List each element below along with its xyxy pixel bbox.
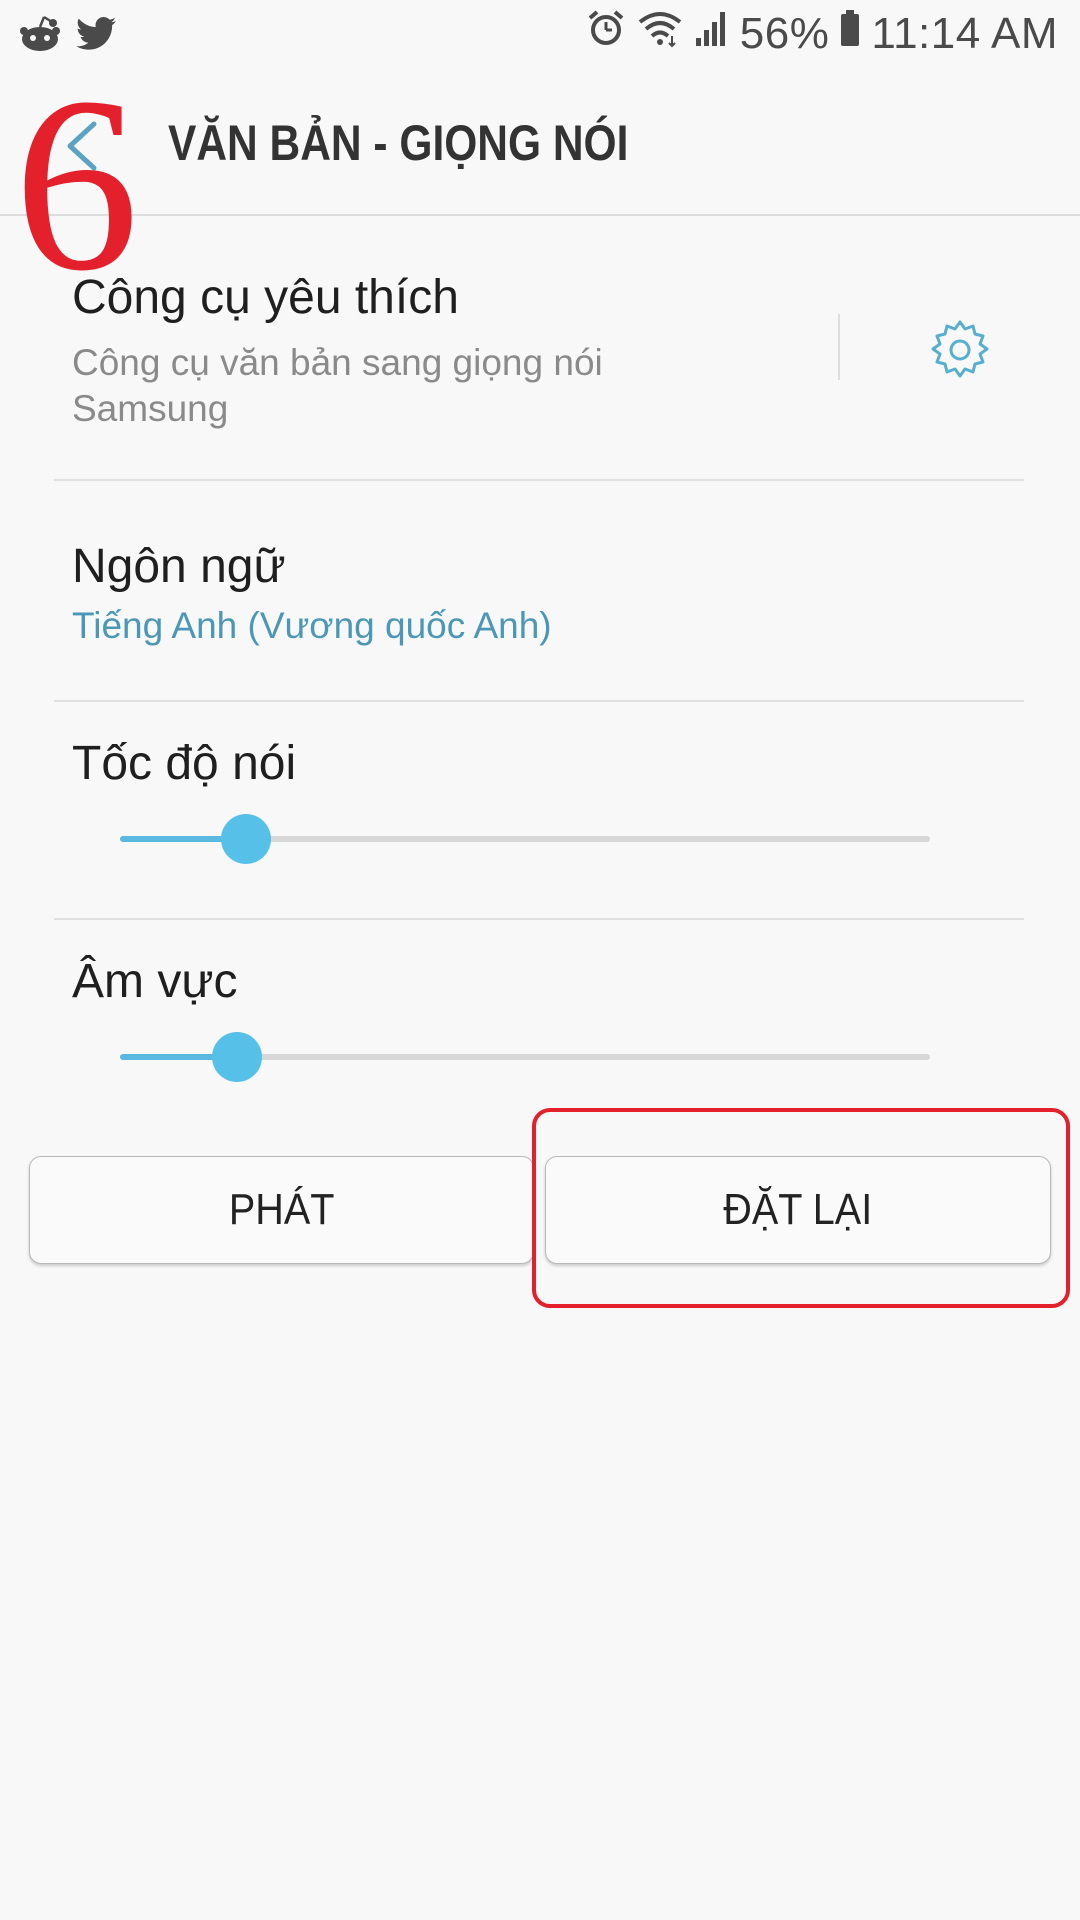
preferred-engine-title: Công cụ yêu thích xyxy=(72,271,459,324)
battery-percent: 56% xyxy=(739,8,830,58)
speech-rate-slider[interactable] xyxy=(120,814,930,864)
speech-rate-row: Tốc độ nói xyxy=(0,702,1080,918)
app-bar: VĂN BẢN - GIỌNG NÓI xyxy=(0,76,1080,216)
language-value: Tiếng Anh (Vương quốc Anh) xyxy=(72,605,552,646)
engine-settings-button[interactable] xyxy=(928,318,992,382)
wifi-icon xyxy=(636,8,684,59)
highlight-annotation xyxy=(532,1108,1070,1308)
preferred-engine-row[interactable]: Công cụ yêu thích Công cụ văn bản sang g… xyxy=(0,214,1080,480)
pitch-row: Âm vực xyxy=(0,920,1080,1120)
signal-icon xyxy=(694,8,730,59)
clock: 11:14 AM xyxy=(871,8,1058,58)
slider-thumb[interactable] xyxy=(212,1032,262,1082)
pitch-title: Âm vực xyxy=(72,955,238,1008)
pitch-slider[interactable] xyxy=(120,1032,930,1082)
slider-thumb[interactable] xyxy=(221,814,271,864)
status-bar: 56% 11:14 AM xyxy=(0,0,1080,76)
gear-icon xyxy=(928,320,992,386)
page-title: VĂN BẢN - GIỌNG NÓI xyxy=(168,115,629,171)
speech-rate-title: Tốc độ nói xyxy=(72,737,297,790)
alarm-icon xyxy=(586,8,626,59)
preferred-engine-subtitle: Công cụ văn bản sang giọng nói Samsung xyxy=(72,342,603,429)
battery-icon xyxy=(839,8,861,59)
language-row[interactable]: Ngôn ngữ Tiếng Anh (Vương quốc Anh) xyxy=(0,481,1080,701)
play-button[interactable]: PHÁT xyxy=(29,1156,534,1264)
play-button-label: PHÁT xyxy=(228,1185,335,1234)
system-status: 56% 11:14 AM xyxy=(586,8,1058,59)
row-separator xyxy=(838,314,840,380)
language-title: Ngôn ngữ xyxy=(72,540,286,593)
